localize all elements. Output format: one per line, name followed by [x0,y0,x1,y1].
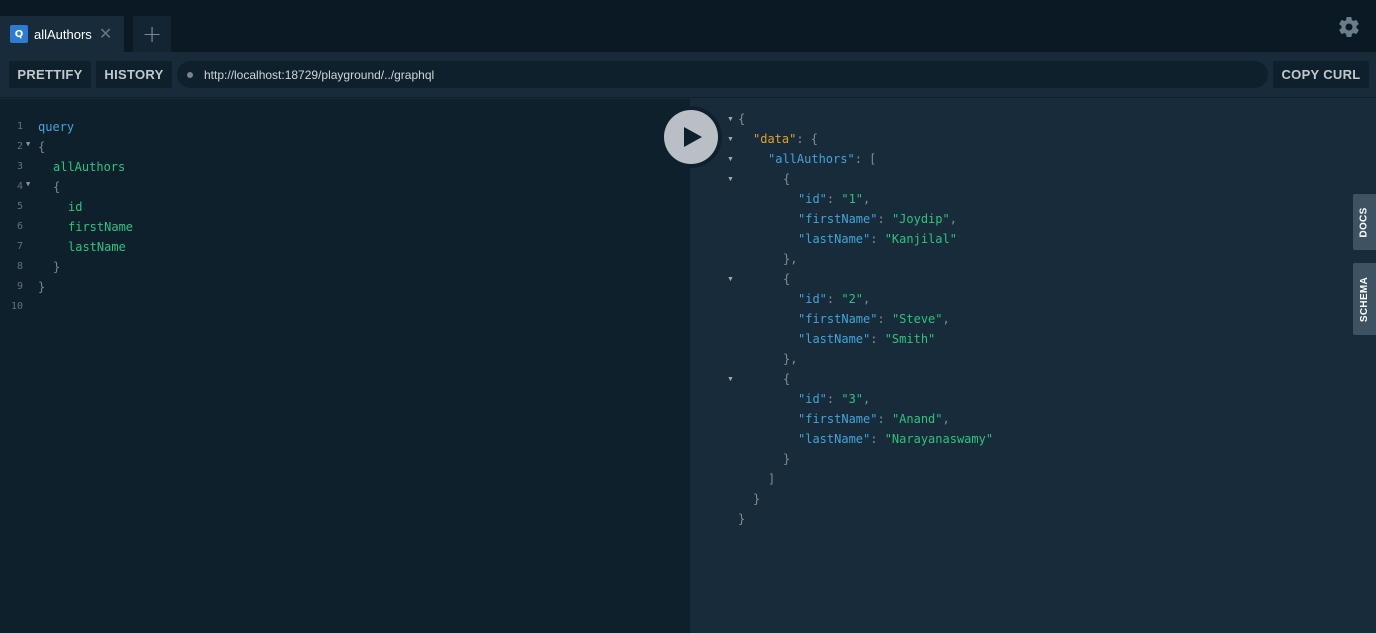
author-lastname: "Smith" [884,332,936,346]
add-tab-button[interactable]: + [133,16,171,52]
firstname-key: "firstName" [798,412,878,426]
line-number: 5 [16,201,23,212]
id-key: "id" [798,292,827,306]
data-key: "data" [753,132,797,146]
fold-arrow-icon[interactable]: ▼ [26,140,30,148]
id-key: "id" [798,392,827,406]
docs-tab[interactable]: DOCS [1353,194,1376,250]
tab-allauthors[interactable]: Q allAuthors ✕ [0,16,124,52]
result-close-brace: } [783,452,791,466]
result-open-brace: { [783,272,791,286]
query-keyword: query [38,120,75,134]
author-firstname: "Joydip" [891,212,950,226]
tab-bar: Q allAuthors ✕ + [0,0,1376,52]
gear-icon[interactable] [1337,15,1361,39]
author-lastname: "Kanjilal" [884,232,957,246]
code-line: 8 } [0,258,690,278]
code-line: 10 [0,298,690,318]
close-brace: } [38,280,46,294]
close-brace: } [53,260,61,274]
result-line: "id": "2", [798,292,871,306]
play-icon [684,127,702,147]
code-line: 4 ▼ { [0,178,690,198]
query-editor[interactable]: 1 query 2 ▼ { 3 allAuthors 4 ▼ { 5 id 6 … [0,99,690,633]
fold-arrow-icon[interactable]: ▼ [727,176,734,183]
result-line: "allAuthors": [ [768,152,877,166]
result-line: "firstName": "Steve", [798,312,950,326]
result-line: "lastName": "Kanjilal" [798,232,957,246]
copy-curl-button[interactable]: COPY CURL [1273,61,1369,88]
result-close-brace: } [753,492,761,506]
open-brace: { [53,180,61,194]
result-close-brace: } [738,512,746,526]
result-line: "id": "3", [798,392,871,406]
result-open-brace: { [783,372,791,386]
close-tab-icon[interactable]: ✕ [99,26,112,42]
firstname-key: "firstName" [798,312,878,326]
line-number: 8 [16,261,23,272]
line-number: 1 [16,121,23,132]
code-line: 6 firstName [0,218,690,238]
result-line: "firstName": "Anand", [798,412,950,426]
author-id: "1" [841,192,864,206]
code-line: 7 lastName [0,238,690,258]
endpoint-url-text: http://localhost:18729/playground/../gra… [204,67,435,82]
result-line: "id": "1", [798,192,871,206]
toolbar: PRETTIFY HISTORY http://localhost:18729/… [0,52,1376,98]
author-lastname: "Narayanaswamy" [884,432,994,446]
query-field: firstName [68,220,134,234]
result-line: "lastName": "Smith" [798,332,936,346]
query-tab-icon: Q [10,25,28,43]
code-line: 5 id [0,198,690,218]
id-key: "id" [798,192,827,206]
author-firstname: "Steve" [891,312,943,326]
query-field: allAuthors [53,160,126,174]
author-id: "3" [841,392,864,406]
fold-arrow-icon[interactable]: ▼ [727,156,734,163]
line-number: 4 [16,181,23,192]
fold-arrow-icon[interactable]: ▼ [727,136,734,143]
tab-title: allAuthors [34,26,92,42]
fold-arrow-icon[interactable]: ▼ [727,376,734,383]
line-number: 6 [16,221,23,232]
result-open-brace: { [738,112,746,126]
fold-arrow-icon[interactable]: ▼ [727,116,734,123]
fold-arrow-icon[interactable]: ▼ [727,276,734,283]
query-field: id [68,200,83,214]
result-open-brace: { [783,172,791,186]
run-query-button[interactable] [664,110,718,164]
line-number: 9 [16,281,23,292]
firstname-key: "firstName" [798,212,878,226]
lastname-key: "lastName" [798,232,871,246]
result-close-brace: }, [783,352,798,366]
code-line: 2 ▼ { [0,138,690,158]
line-number: 10 [10,301,23,312]
code-line: 9 } [0,278,690,298]
endpoint-url-input[interactable]: http://localhost:18729/playground/../gra… [177,61,1268,88]
docs-tab-label: DOCS [1359,206,1370,238]
code-line: 3 allAuthors [0,158,690,178]
result-line: "firstName": "Joydip", [798,212,957,226]
fold-arrow-icon[interactable]: ▼ [26,180,30,188]
result-close-bracket: ] [768,472,776,486]
list-key: "allAuthors" [768,152,855,166]
code-line: 1 query [0,118,690,138]
author-id: "2" [841,292,864,306]
line-number: 2 [16,141,23,152]
schema-tab-label: SCHEMA [1359,276,1371,322]
schema-tab[interactable]: SCHEMA [1353,263,1376,335]
query-field: lastName [68,240,126,254]
prettify-button[interactable]: PRETTIFY [9,61,91,88]
history-button[interactable]: HISTORY [96,61,172,88]
result-line: "data": { [753,132,819,146]
status-dot-icon [187,71,193,78]
result-close-brace: }, [783,252,798,266]
author-firstname: "Anand" [891,412,943,426]
lastname-key: "lastName" [798,332,871,346]
line-number: 7 [16,241,23,252]
line-number: 3 [16,161,23,172]
open-brace: { [38,140,46,154]
lastname-key: "lastName" [798,432,871,446]
result-line: "lastName": "Narayanaswamy" [798,432,994,446]
